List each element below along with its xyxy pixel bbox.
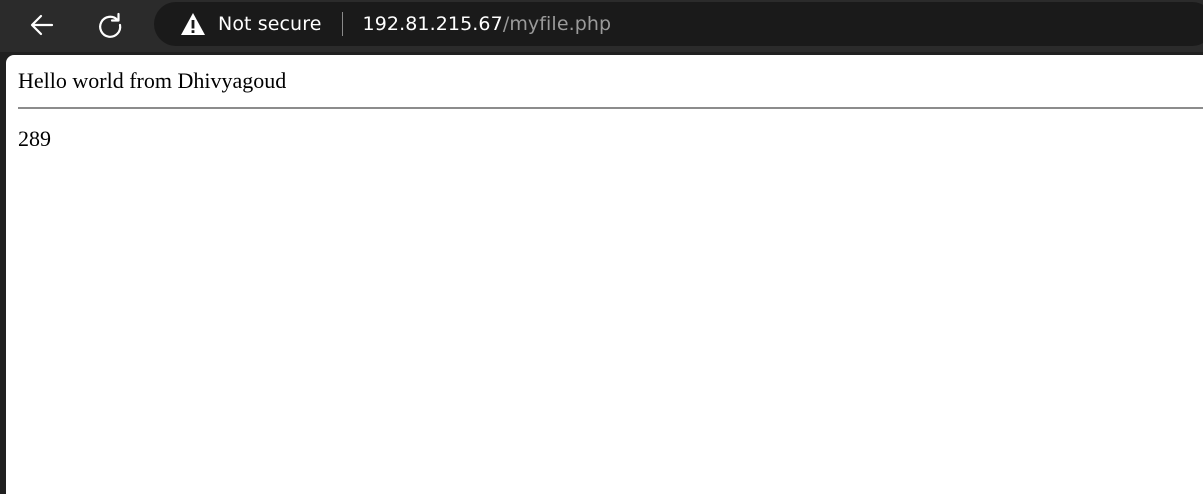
reload-button[interactable] <box>91 6 129 44</box>
url-host: 192.81.215.67 <box>362 13 503 35</box>
address-bar[interactable]: Not secure 192.81.215.67/myfile.php <box>154 2 1203 46</box>
number-text: 289 <box>18 126 51 151</box>
page-content: Hello world from Dhivyagoud 289 <box>6 55 1203 153</box>
arrow-left-icon <box>30 14 54 36</box>
url-text[interactable]: 192.81.215.67/myfile.php <box>363 13 612 35</box>
page-viewport: Hello world from Dhivyagoud 289 <box>6 55 1203 494</box>
browser-window: Not secure 192.81.215.67/myfile.php Hell… <box>0 0 1203 494</box>
security-label: Not secure <box>218 13 322 35</box>
horizontal-rule <box>18 107 1203 109</box>
back-button[interactable] <box>23 6 61 44</box>
reload-icon <box>99 12 122 38</box>
greeting-text: Hello world from Dhivyagoud <box>18 68 287 93</box>
address-bar-divider <box>341 12 343 36</box>
browser-toolbar: Not secure 192.81.215.67/myfile.php <box>0 0 1203 52</box>
security-indicator[interactable]: Not secure <box>180 12 322 36</box>
url-path: /myfile.php <box>502 13 612 35</box>
warning-triangle-icon <box>181 13 205 35</box>
